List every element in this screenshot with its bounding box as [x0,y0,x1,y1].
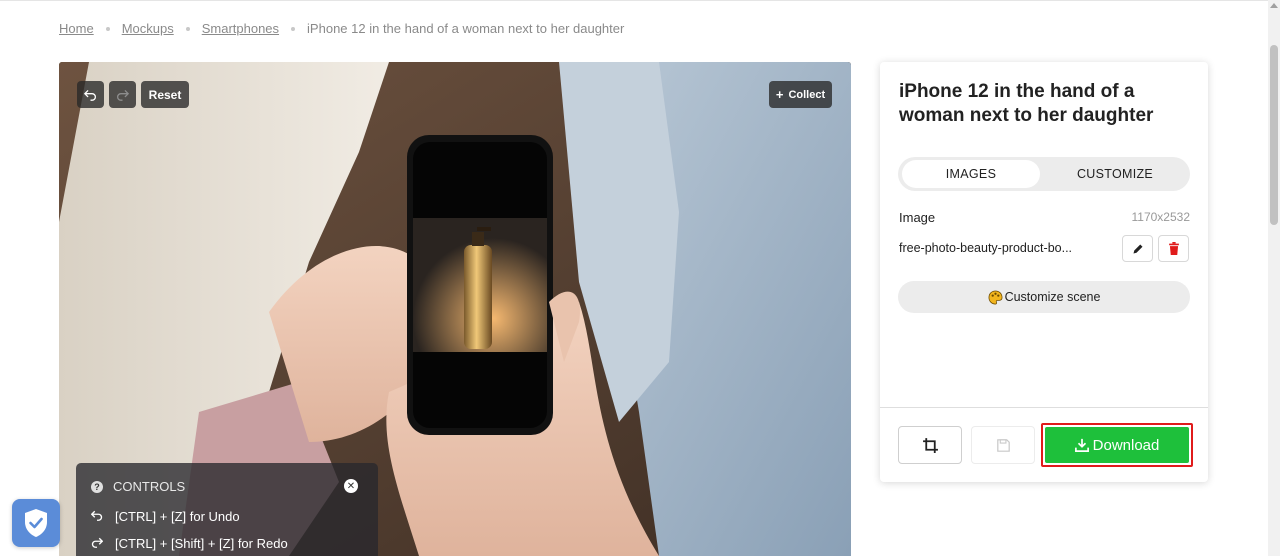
breadcrumb-current: iPhone 12 in the hand of a woman next to… [307,21,625,36]
redo-button[interactable] [109,81,136,108]
customize-scene-label: Customize scene [1004,290,1101,304]
delete-image-button[interactable] [1158,235,1189,262]
mockup-options-card: iPhone 12 in the hand of a woman next to… [880,62,1208,482]
crop-icon [922,437,938,453]
help-icon: ? [91,480,103,493]
scrollbar-thumb[interactable] [1270,45,1278,225]
redo-icon [117,89,129,101]
download-icon [1074,438,1089,452]
controls-header: ? CONTROLS [91,479,185,494]
collect-button[interactable]: + Collect [769,81,832,108]
breadcrumb-separator [185,26,190,31]
image-file-name: free-photo-beauty-product-bo... [899,241,1073,255]
save-icon [996,438,1010,452]
top-divider [0,0,1268,1]
redo-icon [91,536,105,551]
tab-switcher: IMAGES CUSTOMIZE [898,157,1190,191]
reset-button[interactable]: Reset [141,81,189,108]
shield-check-icon [25,509,47,537]
mockup-title: iPhone 12 in the hand of a woman next to… [899,81,1154,126]
redo-hint-text: [CTRL] + [Shift] + [Z] for Redo [115,536,288,551]
tab-images[interactable]: IMAGES [902,160,1040,188]
controls-panel: ? CONTROLS ✕ [CTRL] + [Z] for Undo [CTRL… [76,463,378,556]
undo-button[interactable] [77,81,104,108]
breadcrumb-mockups-link[interactable]: Mockups [122,21,174,36]
palette-icon [988,290,1003,304]
collect-label: Collect [788,88,826,101]
download-highlight: Download [1041,423,1193,467]
breadcrumb: Home Mockups Smartphones iPhone 12 in th… [59,21,624,36]
edit-image-button[interactable] [1122,235,1153,262]
tab-customize[interactable]: CUSTOMIZE [1044,160,1186,188]
crop-button[interactable] [898,426,962,464]
scroll-up-icon[interactable] [1270,3,1278,8]
image-dimensions: 1170x2532 [1131,210,1191,224]
breadcrumb-separator [105,26,110,31]
download-label: Download [1092,436,1160,454]
trash-icon [1168,242,1179,255]
breadcrumb-separator [291,26,296,31]
download-button[interactable]: Download [1045,427,1189,463]
mockup-preview[interactable]: Reset + Collect ? CONTROLS ✕ [CTRL] + [Z… [59,62,851,556]
page-scrollbar[interactable] [1268,0,1280,556]
save-button[interactable] [971,426,1035,464]
breadcrumb-home-link[interactable]: Home [59,21,94,36]
close-icon[interactable]: ✕ [344,479,358,493]
redo-hint: [CTRL] + [Shift] + [Z] for Redo [91,536,288,551]
pencil-icon [1133,244,1142,253]
image-label: Image [899,210,936,225]
undo-icon [84,89,96,101]
controls-title: CONTROLS [113,479,186,494]
undo-hint: [CTRL] + [Z] for Undo [90,509,240,524]
plus-icon: + [775,87,784,102]
undo-icon [90,509,105,524]
privacy-shield-button[interactable] [12,499,60,547]
breadcrumb-smartphones-link[interactable]: Smartphones [202,21,279,36]
undo-hint-text: [CTRL] + [Z] for Undo [115,509,240,524]
actions-divider [880,407,1208,408]
customize-scene-button[interactable]: Customize scene [898,281,1190,313]
